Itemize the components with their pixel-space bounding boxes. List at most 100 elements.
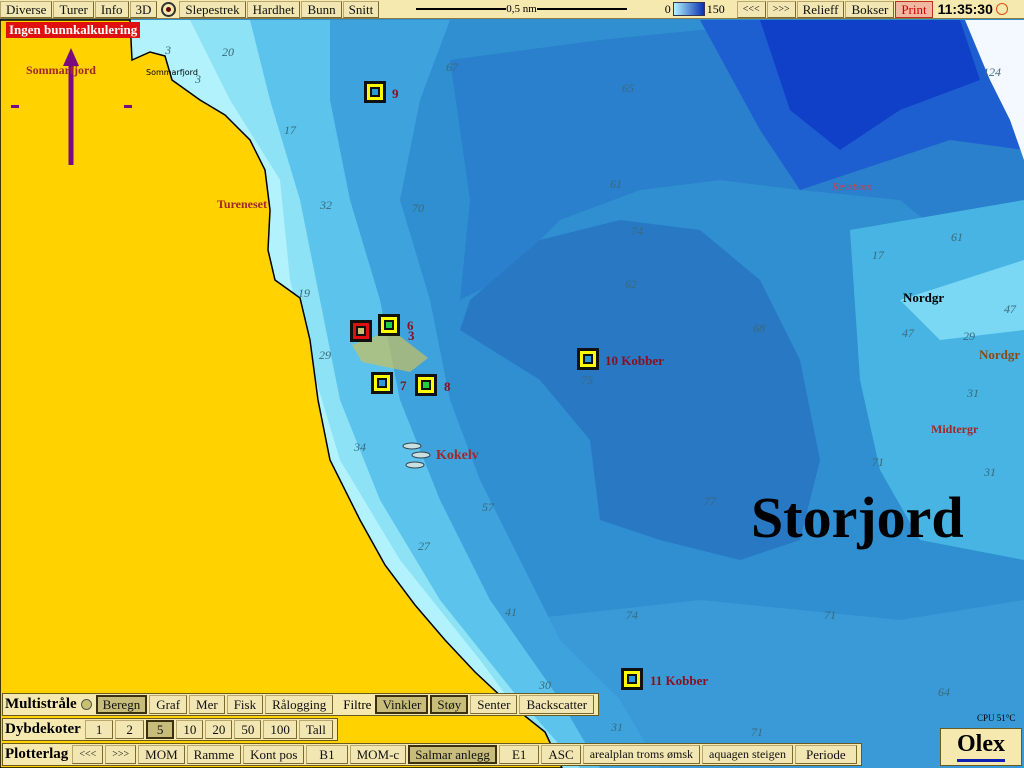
stoy-button[interactable]: Støy [430,695,469,714]
target-icon[interactable] [161,1,177,17]
depth-label: 71 [872,455,884,469]
marker-6[interactable] [378,314,400,336]
depth-label: 124 [983,65,1001,79]
cpu-temp: CPU 51°C [977,713,1016,723]
depth-label: 74 [631,224,643,238]
depth-label: 41 [505,605,517,619]
contour-2[interactable]: 2 [115,720,144,739]
depth-label: 20 [222,45,234,59]
ralogging-button[interactable]: Rålogging [265,695,334,714]
depth-label: 29 [963,329,975,343]
contour-tall[interactable]: Tall [298,720,333,739]
layer-ramme[interactable]: Ramme [186,745,242,764]
place-sommarfjord-small: Sommarfjord [146,68,198,77]
depth-map[interactable] [0,0,1024,768]
backscatter-button[interactable]: Backscatter [519,695,595,714]
marker-10[interactable] [577,348,599,370]
layer-asc[interactable]: ASC [541,745,581,764]
marker-label: 3 [408,328,415,343]
depth-label: 67 [446,60,458,74]
depth-label: 74 [626,608,638,622]
layer-kont-pos[interactable]: Kont pos [243,745,305,764]
sun-icon[interactable] [995,3,1008,15]
olex-logo-text: Olex [957,729,1005,762]
place-midtergr: Midtergr [931,422,979,436]
print-button[interactable]: Print [895,0,933,18]
depth-label: 31 [984,465,996,479]
menu-info[interactable]: Info [94,0,129,18]
filtre-label: Filtre [343,696,372,712]
menu-bunn[interactable]: Bunn [301,0,342,18]
contour-1[interactable]: 1 [84,720,114,739]
marker-8[interactable] [415,374,437,396]
place-sommarfjord: Sommarfjord [26,63,96,77]
marker-11[interactable] [621,668,643,690]
contour-20[interactable]: 20 [205,720,233,739]
menu-snitt[interactable]: Snitt [342,0,380,18]
beregn-button[interactable]: Beregn [95,695,148,714]
dybdekoter-panel: Dybdekoter 1 2 5 10 20 50 100 Tall [2,718,338,741]
marker-7[interactable] [371,372,393,394]
depth-label: 19 [298,286,310,300]
next-button[interactable]: >>> [766,0,796,18]
menu-turer[interactable]: Turer [53,0,94,18]
multistrale-panel: Multistråle Beregn Graf Mer Fisk Råloggi… [2,693,600,716]
depth-label: 17 [284,123,296,137]
scale-label: 0,5 nm [506,3,537,15]
marker-red[interactable] [350,320,372,342]
layer-prev[interactable]: <<< [72,745,104,764]
depth-label: 70 [412,201,424,215]
layer-salmar-anlegg[interactable]: Salmar anlegg [408,745,497,764]
relieff-button[interactable]: Relieff [796,0,845,18]
place-kokelv: Kokelv [436,448,479,463]
depth-label: 31 [611,720,623,734]
layer-b1[interactable]: B1 [306,745,348,764]
menu-slepestrek[interactable]: Slepestrek [179,0,246,18]
olex-logo[interactable]: Olex [940,728,1022,766]
layer-arealplan[interactable]: arealplan troms ømsk [582,745,700,764]
mer-button[interactable]: Mer [189,695,225,714]
top-toolbar: Diverse Turer Info 3D Slepestrek Hardhet… [0,0,1024,19]
menu-3d[interactable]: 3D [129,0,158,18]
status-led-icon [80,699,92,710]
depth-scale: 0 150 [665,2,725,17]
contour-50[interactable]: 50 [234,720,262,739]
layer-mom-c[interactable]: MOM-c [349,745,407,764]
layer-mom[interactable]: MOM [138,745,185,764]
layer-next[interactable]: >>> [105,745,137,764]
depth-label: 68 [753,321,765,335]
depth-label: 47 [902,326,914,340]
contour-10[interactable]: 10 [176,720,204,739]
graf-button[interactable]: Graf [149,695,188,714]
menu-diverse[interactable]: Diverse [0,0,53,18]
bokser-button[interactable]: Bokser [845,0,895,18]
depth-min: 0 [664,1,671,16]
place-revsbotn: Revsbotn [832,181,873,193]
prev-button[interactable]: <<< [736,0,766,18]
depth-label: 61 [951,230,963,244]
depth-label: 75 [581,373,593,387]
dybdekoter-title: Dybdekoter [5,721,81,737]
depth-label: 31 [967,386,979,400]
depth-label: 64 [938,685,950,699]
marker-9[interactable] [364,81,386,103]
depth-max: 150 [706,1,725,16]
layer-periode[interactable]: Periode [794,745,857,764]
menu-hardhet[interactable]: Hardhet [246,0,301,18]
place-storjord: Storjord [751,485,964,550]
vinkler-button[interactable]: Vinkler [375,695,429,714]
depth-label: 3 [165,43,171,57]
contour-100[interactable]: 100 [263,720,297,739]
marker-label: 10 Kobber [605,353,664,368]
depth-label: 62 [625,277,637,291]
depth-label: 29 [319,348,331,362]
depth-label: 71 [751,725,763,739]
senter-button[interactable]: Senter [470,695,518,714]
contour-5[interactable]: 5 [145,720,175,739]
clock: 11:35:30 [937,1,993,17]
depth-label: 34 [354,440,366,454]
fisk-button[interactable]: Fisk [226,695,264,714]
depth-label: 27 [418,539,430,553]
layer-aquagen[interactable]: aquagen steigen [702,745,793,764]
layer-e1[interactable]: E1 [498,745,540,764]
